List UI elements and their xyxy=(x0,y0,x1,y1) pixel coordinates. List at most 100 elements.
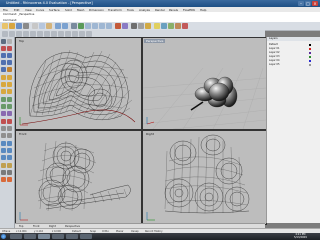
sphere-icon[interactable] xyxy=(7,97,12,102)
cplane-icon[interactable] xyxy=(122,23,128,29)
shaded-icon[interactable] xyxy=(138,23,144,29)
rendered-icon[interactable] xyxy=(145,23,151,29)
paste-icon[interactable] xyxy=(46,23,52,29)
join-icon[interactable] xyxy=(1,133,6,138)
render-preview-icon[interactable] xyxy=(1,177,6,182)
viewport-front-title[interactable]: Front xyxy=(17,132,29,136)
menu-curve[interactable]: Curve xyxy=(36,8,44,12)
solid-tools-tab-icon[interactable] xyxy=(65,30,71,37)
mesh-icon[interactable] xyxy=(1,111,6,116)
taskbar-app-button[interactable] xyxy=(24,234,36,239)
layer-row[interactable]: Layer 04 xyxy=(269,59,319,62)
rotate-view-icon[interactable] xyxy=(78,23,84,29)
mesh-tools-tab-icon[interactable] xyxy=(72,30,78,37)
new-file-icon[interactable] xyxy=(2,23,8,29)
viewport-perspective[interactable]: Perspective xyxy=(142,37,267,130)
circle-icon[interactable] xyxy=(1,53,6,58)
loft-icon[interactable] xyxy=(1,82,6,87)
pan-icon[interactable] xyxy=(71,23,77,29)
drafting-tab-icon[interactable] xyxy=(86,30,92,37)
fillet-icon[interactable] xyxy=(1,119,6,124)
layer-color-swatch[interactable] xyxy=(309,51,311,54)
taskbar-app-button[interactable] xyxy=(66,234,78,239)
layer-icon[interactable] xyxy=(168,23,174,29)
cplanes-tab-icon[interactable] xyxy=(2,30,8,37)
open-file-icon[interactable] xyxy=(9,23,15,29)
viewport-right[interactable]: Right xyxy=(142,130,267,225)
layer-color-swatch[interactable] xyxy=(309,59,311,62)
zoom-extents-icon[interactable] xyxy=(99,23,105,29)
taskbar-app-button[interactable] xyxy=(80,234,92,239)
surface-from-curves-icon[interactable] xyxy=(1,75,6,80)
set-view-tab-icon[interactable] xyxy=(9,30,15,37)
viewport-layout-tab-icon[interactable] xyxy=(30,30,36,37)
print-icon[interactable] xyxy=(23,23,29,29)
move-icon[interactable] xyxy=(1,141,6,146)
curve-icon[interactable] xyxy=(7,46,12,51)
analyze-icon[interactable] xyxy=(1,170,6,175)
zoom-selected-icon[interactable] xyxy=(106,23,112,29)
start-button-icon[interactable] xyxy=(1,234,6,239)
surface-tools-tab-icon[interactable] xyxy=(58,30,64,37)
viewport-top-title[interactable]: Top xyxy=(17,39,27,43)
light-icon[interactable] xyxy=(154,23,160,29)
viewport-front[interactable]: Front xyxy=(15,130,142,225)
visibility-tab-icon[interactable] xyxy=(37,30,43,37)
distance-icon[interactable] xyxy=(7,170,12,175)
minimize-button[interactable]: – xyxy=(298,1,304,6)
layer-color-swatch[interactable] xyxy=(309,43,311,46)
menu-analyze[interactable]: Analyze xyxy=(139,8,150,12)
extrude-curve-icon[interactable] xyxy=(7,75,12,80)
properties-icon[interactable] xyxy=(175,23,181,29)
menu-mesh[interactable]: Mesh xyxy=(77,8,84,12)
menu-solid[interactable]: Solid xyxy=(65,8,72,12)
viewport-top[interactable]: Top xyxy=(15,37,142,130)
undo-icon[interactable] xyxy=(55,23,61,29)
cylinder-icon[interactable] xyxy=(1,104,6,109)
network-surface-icon[interactable] xyxy=(7,89,12,94)
redo-icon[interactable] xyxy=(62,23,68,29)
menu-help[interactable]: Help xyxy=(200,8,206,12)
close-button[interactable]: × xyxy=(312,1,318,6)
revolve-icon[interactable] xyxy=(7,82,12,87)
menu-render[interactable]: Render xyxy=(155,8,165,12)
polygon-icon[interactable] xyxy=(1,67,6,72)
zoom-window-icon[interactable] xyxy=(92,23,98,29)
rotate-icon[interactable] xyxy=(1,148,6,153)
mesh-sphere-icon[interactable] xyxy=(7,111,12,116)
leader-icon[interactable] xyxy=(7,163,12,168)
text-icon[interactable] xyxy=(7,67,12,72)
view-manager-icon[interactable] xyxy=(115,23,121,29)
layer-row[interactable]: Default xyxy=(269,43,319,46)
menu-tools[interactable]: Tools xyxy=(127,8,134,12)
clock[interactable]: 4:21 PM 5/13/2009 xyxy=(294,233,307,239)
material-icon[interactable] xyxy=(7,177,12,182)
zoom-dynamic-icon[interactable] xyxy=(85,23,91,29)
menu-file[interactable]: File xyxy=(3,8,8,12)
polyline-icon[interactable] xyxy=(1,46,6,51)
display-tab-icon[interactable] xyxy=(16,30,22,37)
layer-row[interactable]: Layer 02 xyxy=(269,51,319,54)
layer-color-swatch[interactable] xyxy=(309,55,311,58)
taskbar-app-button[interactable] xyxy=(10,234,22,239)
mirror-icon[interactable] xyxy=(1,155,6,160)
render-icon[interactable] xyxy=(182,23,188,29)
arc-icon[interactable] xyxy=(7,53,12,58)
array-icon[interactable] xyxy=(7,155,12,160)
menu-panels[interactable]: Panels xyxy=(169,8,178,12)
layer-color-swatch[interactable] xyxy=(309,63,311,66)
render-tools-tab-icon[interactable] xyxy=(79,30,85,37)
menu-edit[interactable]: Edit xyxy=(14,8,19,12)
viewport-perspective-title[interactable]: Perspective xyxy=(144,39,166,43)
menu-surface[interactable]: Surface xyxy=(49,8,60,12)
copy-object-icon[interactable] xyxy=(7,141,12,146)
rectangle-icon[interactable] xyxy=(7,60,12,65)
scale-icon[interactable] xyxy=(7,148,12,153)
curve-tools-tab-icon[interactable] xyxy=(51,30,57,37)
layer-row[interactable]: Layer 05 xyxy=(269,63,319,66)
boolean-union-icon[interactable] xyxy=(7,104,12,109)
taskbar-app-button[interactable] xyxy=(38,234,50,239)
select-tab-icon[interactable] xyxy=(23,30,29,37)
dimension-icon[interactable] xyxy=(1,163,6,168)
select-icon[interactable] xyxy=(161,23,167,29)
